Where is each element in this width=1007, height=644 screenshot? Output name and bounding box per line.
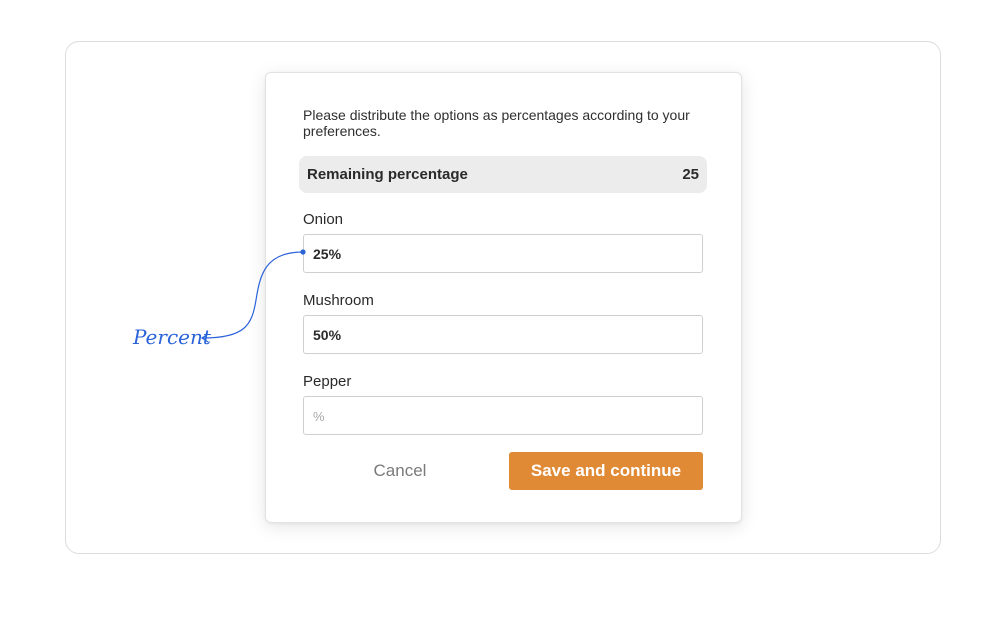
remaining-percentage-bar: Remaining percentage 25 [299, 156, 707, 193]
instructions-text: Please distribute the options as percent… [303, 107, 690, 139]
save-and-continue-button[interactable]: Save and continue [509, 452, 703, 490]
onion-input[interactable] [303, 234, 703, 273]
pepper-label: Pepper [303, 373, 352, 390]
percentage-dialog: Please distribute the options as percent… [265, 72, 742, 523]
cancel-button[interactable]: Cancel [326, 452, 474, 490]
mushroom-label: Mushroom [303, 292, 374, 309]
pepper-input[interactable] [303, 396, 703, 435]
remaining-percentage-value: 25 [682, 166, 699, 183]
annotation-label: Percent [133, 325, 211, 349]
onion-label: Onion [303, 211, 344, 228]
remaining-percentage-label: Remaining percentage [307, 166, 468, 183]
mushroom-input[interactable] [303, 315, 703, 354]
